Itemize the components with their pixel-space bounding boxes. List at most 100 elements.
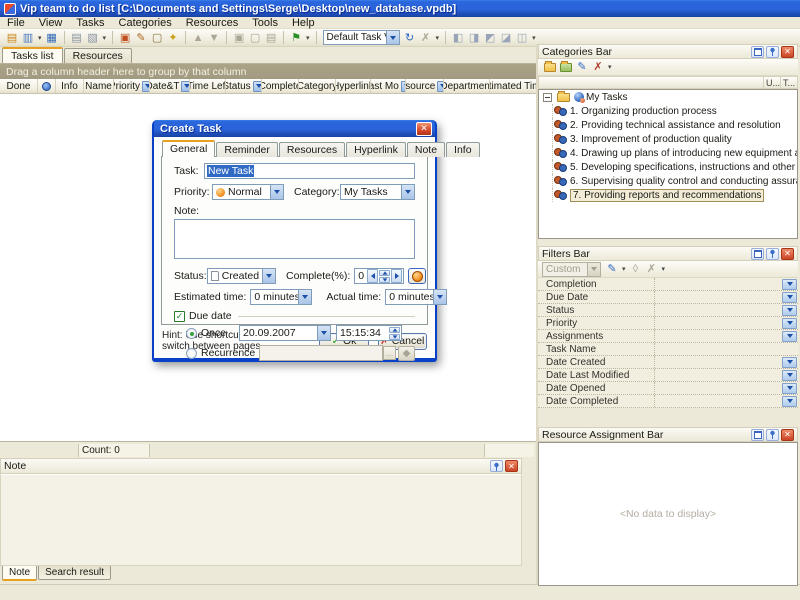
recurrence-radio[interactable] [186, 348, 197, 359]
customize-filter-dropdown-icon[interactable]: ▾ [622, 263, 626, 277]
dialog-tab-reminder[interactable]: Reminder [216, 142, 278, 157]
filters-pin-icon[interactable] [766, 248, 779, 260]
print-icon[interactable]: ▤ [69, 30, 85, 45]
open-database-icon[interactable]: ▥ [20, 30, 36, 45]
menu-view[interactable]: View [32, 17, 70, 29]
column-done[interactable]: Done [0, 79, 38, 93]
date-last-modified-dropdown-icon[interactable] [782, 370, 797, 381]
new-task-icon[interactable]: ▣ [117, 30, 133, 45]
new-database-icon[interactable]: ▤ [4, 30, 20, 45]
column-total[interactable]: T... [780, 77, 797, 88]
menu-file[interactable]: File [0, 17, 32, 29]
flag-dropdown-icon[interactable]: ▾ [306, 32, 310, 46]
resource-minimize-icon[interactable] [751, 429, 764, 441]
flag-icon[interactable]: ⚑ [288, 30, 304, 45]
dialog-close-icon[interactable]: ✕ [416, 122, 432, 136]
column-uncompleted[interactable]: U... [763, 77, 780, 88]
clear-filter-icon[interactable]: ◊ [628, 262, 644, 277]
complete-spinner[interactable]: 0 [354, 268, 404, 284]
filter-row-date-created[interactable]: Date Created [538, 356, 798, 369]
apply-view-icon[interactable]: ↻ [402, 30, 418, 45]
menu-tasks[interactable]: Tasks [69, 17, 111, 29]
note-close-icon[interactable]: ✕ [505, 460, 518, 472]
actual-time-dropdown-icon[interactable] [433, 290, 446, 304]
customize-filter-icon[interactable]: ✎ [604, 262, 620, 277]
delete-view-icon[interactable]: ✗ [418, 30, 434, 45]
due-date-dropdown-icon[interactable] [317, 326, 330, 340]
status-filter-icon[interactable] [253, 81, 262, 92]
tab-resources[interactable]: Resources [64, 48, 132, 63]
time-down-icon[interactable] [389, 334, 400, 340]
resource-pin-icon[interactable] [766, 429, 779, 441]
permissions-key-icon[interactable]: ✦ [165, 30, 181, 45]
column-hyperlink[interactable]: Hyperlink [336, 79, 371, 93]
column-info[interactable]: Info [56, 79, 84, 93]
column-name[interactable]: Name [84, 79, 114, 93]
filter-row-assignments[interactable]: Assignments [538, 330, 798, 343]
priority-dropdown-icon[interactable] [782, 318, 797, 329]
tree-item-category-5[interactable]: 5. Developing specifications, instructio… [539, 160, 797, 174]
task-view-combo[interactable]: Default Task V [323, 30, 400, 45]
complete-decrease-icon[interactable] [367, 269, 378, 283]
due-date-dropdown-icon[interactable] [782, 292, 797, 303]
category-combo-dropdown-icon[interactable] [401, 185, 414, 199]
filters-close-icon[interactable]: ✕ [781, 248, 794, 260]
column-date-time[interactable]: Date&T [150, 79, 190, 93]
tree-item-category-1[interactable]: 1. Organizing production process [539, 104, 797, 118]
column-last-modified[interactable]: Last Mo [371, 79, 406, 93]
due-date-combo[interactable]: 20.09.2007 [239, 325, 331, 341]
toggle-search-bar-icon[interactable]: ◫ [514, 30, 530, 45]
toggle-filters-bar-icon[interactable]: ◨ [466, 30, 482, 45]
complete-up-icon[interactable] [379, 270, 390, 276]
move-down-icon[interactable]: ▼ [206, 30, 222, 45]
dialog-tab-general[interactable]: General [162, 140, 215, 157]
date-filter-icon[interactable] [181, 81, 190, 92]
complete-gauge-button[interactable] [408, 268, 426, 284]
edit-category-icon[interactable]: ✎ [574, 60, 590, 75]
categories-pin-icon[interactable] [766, 46, 779, 58]
save-database-icon[interactable]: ▦ [44, 30, 60, 45]
tree-item-category-6[interactable]: 6. Supervising quality control and condu… [539, 174, 797, 188]
open-dropdown-icon[interactable]: ▾ [38, 32, 42, 46]
menu-categories[interactable]: Categories [112, 17, 179, 29]
collapse-icon[interactable] [543, 93, 552, 102]
complete-task-icon[interactable]: ▣ [231, 30, 247, 45]
column-complete[interactable]: Complete [262, 79, 299, 93]
due-date-checkbox[interactable]: ✓ [174, 311, 185, 322]
filter-row-due-date[interactable]: Due Date [538, 291, 798, 304]
note-textarea[interactable] [174, 219, 415, 259]
edit-task-icon[interactable]: ✎ [133, 30, 149, 45]
resource-close-icon[interactable]: ✕ [781, 429, 794, 441]
categories-toolbar-dropdown-icon[interactable]: ▾ [608, 61, 612, 75]
filter-row-completion[interactable]: Completion [538, 278, 798, 291]
status-combo-dropdown-icon[interactable] [262, 269, 275, 283]
view-dropdown-icon[interactable]: ▾ [436, 32, 440, 46]
actual-time-combo[interactable]: 0 minutes [385, 289, 447, 305]
print-preview-icon[interactable]: ▧ [85, 30, 101, 45]
recurrence-diamond-icon[interactable]: ◆ [398, 346, 415, 361]
send-task-icon[interactable]: ▤ [263, 30, 279, 45]
column-category[interactable]: Category [299, 79, 336, 93]
move-up-icon[interactable]: ▲ [190, 30, 206, 45]
task-name-input[interactable]: New Task [204, 163, 415, 179]
new-subcategory-icon[interactable] [558, 60, 574, 75]
date-completed-dropdown-icon[interactable] [782, 396, 797, 407]
complete-increase-icon[interactable] [391, 269, 402, 283]
tab-tasks-list[interactable]: Tasks list [2, 47, 63, 63]
dialog-tab-note[interactable]: Note [407, 142, 445, 157]
column-department[interactable]: Department [444, 79, 490, 93]
filter-row-date-completed[interactable]: Date Completed [538, 395, 798, 408]
filter-row-date-opened[interactable]: Date Opened [538, 382, 798, 395]
categories-minimize-icon[interactable] [751, 46, 764, 58]
tab-search-result[interactable]: Search result [38, 566, 111, 580]
filters-toolbar-dropdown-icon[interactable]: ▾ [662, 263, 666, 277]
filter-row-status[interactable]: Status [538, 304, 798, 317]
tree-item-category-4[interactable]: 4. Drawing up plans of introducing new e… [539, 146, 797, 160]
column-status[interactable]: Status [226, 79, 262, 93]
column-resource[interactable]: esource [406, 79, 444, 93]
priority-filter-icon[interactable] [142, 81, 150, 92]
task-view-combo-dropdown-icon[interactable] [386, 31, 399, 44]
uncomplete-task-icon[interactable]: ▢ [247, 30, 263, 45]
note-panel-body[interactable] [0, 474, 522, 566]
status-combo[interactable]: Created [207, 268, 276, 284]
